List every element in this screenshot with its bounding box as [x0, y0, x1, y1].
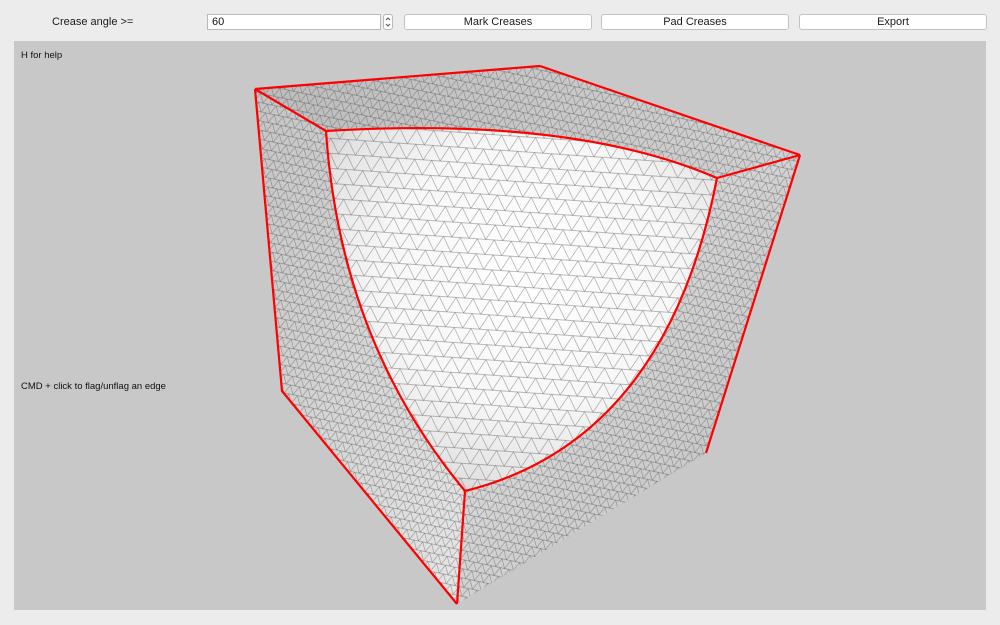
toolbar: Crease angle >= Mark Creases Pad Creases…	[0, 0, 1000, 40]
crease-angle-stepper[interactable]	[383, 14, 393, 30]
chevron-down-icon[interactable]	[385, 22, 391, 28]
pad-creases-button[interactable]: Pad Creases	[601, 14, 789, 30]
crease-angle-input[interactable]	[207, 14, 381, 30]
crease-angle-label: Crease angle >=	[52, 16, 134, 28]
mesh-canvas[interactable]	[14, 41, 986, 610]
export-button[interactable]: Export	[799, 14, 987, 30]
mark-creases-button[interactable]: Mark Creases	[404, 14, 592, 30]
3d-viewport[interactable]: H for help CMD + click to flag/unflag an…	[14, 41, 986, 610]
